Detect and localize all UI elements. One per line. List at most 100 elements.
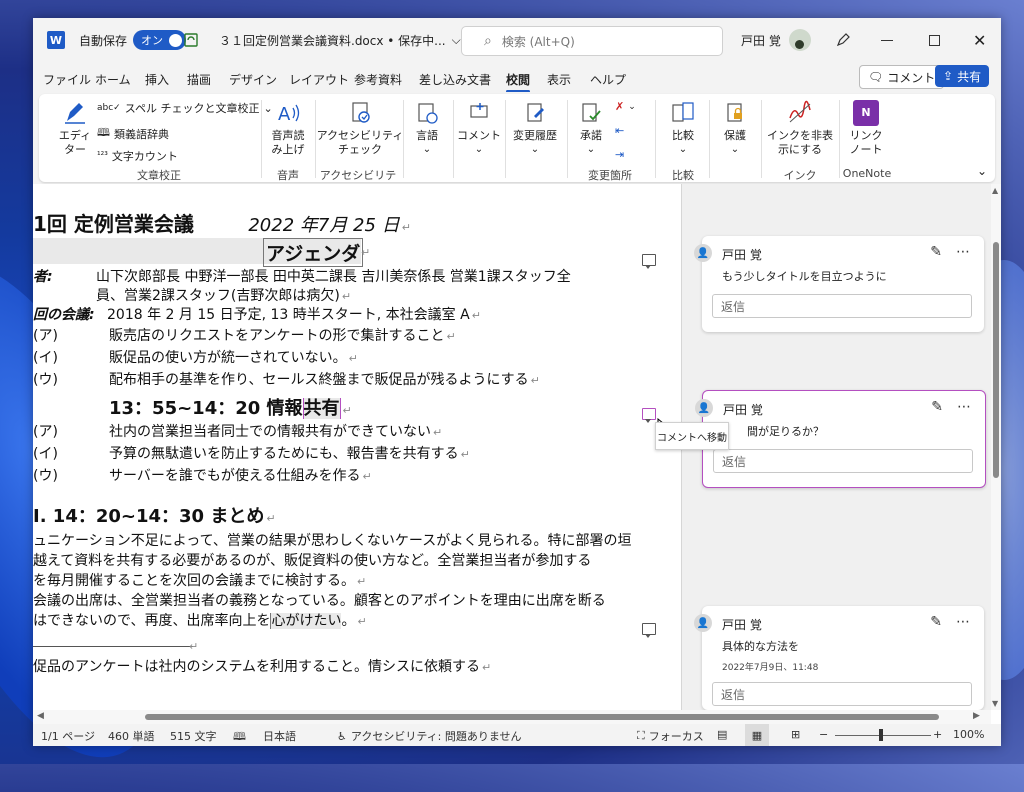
comments-button[interactable]: 🗨 コメント	[859, 65, 945, 89]
user-name[interactable]: 戸田 覚	[741, 32, 781, 49]
list-item: (ア)	[33, 424, 58, 440]
tab-insert[interactable]: 挿入	[145, 71, 169, 88]
reply-input[interactable]: 返信	[712, 682, 972, 706]
track-changes-button[interactable]: 変更履歴 ⌄	[509, 100, 561, 157]
comment-card-selected[interactable]: 👤 戸田 覚 ✎ ⋯ 間が足りるか？ 返信	[695, 390, 986, 488]
summary-line: 会議の出席は、全営業担当者の義務となっている。顧客とのアポイントを理由に出席を断…	[33, 593, 606, 609]
print-layout-icon[interactable]: ▦	[745, 724, 769, 746]
summary-line: を毎月開催することを次回の会議までに検討する。	[33, 573, 355, 589]
previous-change-button[interactable]: ⇤	[615, 124, 624, 137]
proofing-icon[interactable]: 🕮	[233, 728, 246, 746]
spellcheck-icon: abc✓	[97, 103, 121, 113]
horizontal-scrollbar[interactable]: ◀ ▶	[33, 710, 991, 724]
page-count[interactable]: 1/1 ページ	[41, 728, 95, 744]
focus-mode[interactable]: ⛶ フォーカス	[637, 728, 704, 744]
word-count-button[interactable]: ¹²³ 文字カウント	[97, 148, 178, 164]
pen-icon[interactable]	[835, 32, 851, 48]
tab-references[interactable]: 参考資料	[354, 71, 402, 88]
collapse-ribbon-icon[interactable]: ⌄	[977, 164, 987, 178]
tab-file[interactable]: ファイル	[43, 71, 91, 88]
document-title-heading: 1回 定例営業会議	[33, 212, 194, 236]
tab-review[interactable]: 校閲	[506, 71, 531, 93]
accessibility-status[interactable]: ♿ アクセシビリティ: 問題ありません	[337, 728, 522, 744]
autosave-toggle[interactable]: オン	[133, 30, 187, 50]
attendees-line-2: 員、営業2課スタッフ(吉野次郎は病欠)	[96, 288, 340, 304]
zoom-level[interactable]: 100%	[953, 728, 984, 741]
user-icon: 👤	[694, 244, 712, 262]
document-page[interactable]: 1回 定例営業会議 2022 年7月 25 日 ↵ アジェンダ ↵ 者: 山下次郎…	[33, 184, 681, 710]
reject-button[interactable]: ✗ ⌄	[615, 100, 636, 113]
search-box[interactable]: ⌕ 検索 (Alt+Q)	[461, 26, 723, 56]
comment-marker-icon[interactable]	[642, 408, 656, 423]
zoom-in-icon[interactable]: +	[933, 728, 942, 741]
comment-text: もう少しタイトルを目立つように	[722, 270, 887, 283]
more-options-icon[interactable]: ⋯	[957, 399, 971, 415]
editor-pen-icon	[65, 103, 85, 124]
document-title[interactable]: ３１回定例営業会議資料.docx • 保存中...	[219, 32, 446, 49]
save-sync-icon[interactable]	[183, 32, 199, 48]
linked-notes-button[interactable]: N リンク ノート	[843, 100, 889, 157]
tab-mailings[interactable]: 差し込み文書	[419, 71, 491, 88]
share-button[interactable]: ⇪ 共有	[935, 65, 990, 87]
share-icon: ⇪	[943, 69, 954, 83]
language-status[interactable]: 日本語	[263, 728, 296, 744]
comments-group-button[interactable]: コメント ⌄	[457, 100, 501, 157]
ribbon: エディ ター abc✓ スペル チェックと文章校正 ⌄ 🕮 類義語辞典 ¹²³ 文字カウ…	[33, 92, 1001, 198]
reply-input[interactable]: 返信	[712, 294, 972, 318]
minimize-icon[interactable]	[881, 39, 893, 41]
hide-ink-button[interactable]: インクを非表 示にする	[765, 100, 835, 157]
edit-icon[interactable]: ✎	[930, 244, 942, 260]
horizontal-scroll-thumb[interactable]	[145, 714, 939, 720]
title-bar: W 自動保存 オン ３１回定例営業会議資料.docx • 保存中... ⌵ ⌕ …	[33, 18, 1001, 62]
zoom-slider-handle[interactable]	[879, 729, 883, 741]
footnote-text: 促品のアンケートは社内のシステムを利用すること。情シスに依頼する	[33, 659, 481, 675]
tab-design[interactable]: デザイン	[229, 71, 277, 88]
language-button[interactable]: 言語 ⌄	[407, 100, 447, 157]
spell-check-button[interactable]: abc✓ スペル チェックと文章校正 ⌄	[97, 100, 273, 116]
thesaurus-button[interactable]: 🕮 類義語辞典	[97, 124, 169, 143]
vertical-scroll-thumb[interactable]	[993, 242, 999, 478]
comment-marker-icon[interactable]	[642, 623, 656, 638]
avatar[interactable]	[788, 29, 811, 51]
tab-home[interactable]: ホーム	[95, 71, 131, 88]
comment-marker-icon[interactable]	[642, 254, 656, 269]
vertical-scrollbar[interactable]: ▲ ▼	[991, 184, 1001, 710]
compare-button[interactable]: 比較 ⌄	[663, 100, 703, 157]
tab-draw[interactable]: 描画	[187, 71, 211, 88]
comment-card[interactable]: 👤 戸田 覚 ✎ ⋯ もう少しタイトルを目立つように 返信	[694, 236, 984, 332]
list-item: 販促品の使い方が統一されていない。 ↵	[109, 350, 358, 366]
char-count[interactable]: 515 文字	[170, 728, 217, 744]
zoom-out-icon[interactable]: −	[819, 728, 828, 741]
tab-view[interactable]: 表示	[547, 71, 571, 88]
accessibility-check-button[interactable]: アクセシビリティ チェック	[317, 100, 403, 157]
next-change-button[interactable]: ⇥	[615, 148, 624, 161]
word-count[interactable]: 460 単語	[108, 728, 155, 744]
read-aloud-button[interactable]: A 音声読 み上げ	[267, 100, 309, 157]
more-options-icon[interactable]: ⋯	[956, 244, 970, 260]
maximize-icon[interactable]	[929, 34, 940, 46]
accept-button[interactable]: 承諾 ⌄	[571, 100, 611, 157]
close-icon[interactable]: ✕	[973, 31, 986, 50]
group-label-proofing: 文章校正	[137, 169, 181, 182]
list-item: (ア)	[33, 328, 58, 344]
protect-button[interactable]: 保護 ⌄	[715, 100, 755, 157]
list-item: 配布相手の基準を作り、セールス終盤まで販促品が残るようにする ↵	[109, 372, 540, 388]
list-item: (イ)	[33, 350, 58, 366]
comment-add-icon	[470, 103, 488, 118]
editor-button[interactable]: エディ ター	[53, 100, 97, 157]
list-item: 販売店のリクエストをアンケートの形で集計すること ↵	[109, 328, 456, 344]
comment-card[interactable]: 👤 戸田 覚 ✎ ⋯ 具体的な方法を 2022年7月9日、11:48 返信	[694, 606, 984, 710]
onenote-icon: N	[853, 100, 879, 126]
group-label-onenote: OneNote	[842, 167, 892, 180]
edit-icon[interactable]: ✎	[930, 614, 942, 630]
zoom-slider[interactable]	[835, 735, 931, 736]
edit-icon[interactable]: ✎	[931, 399, 943, 415]
chevron-down-icon[interactable]: ⌵	[452, 33, 461, 48]
read-mode-icon[interactable]: ▤	[717, 728, 727, 741]
tab-layout[interactable]: レイアウト	[289, 71, 349, 88]
reply-input[interactable]: 返信	[713, 449, 973, 473]
tab-help[interactable]: ヘルプ	[590, 71, 626, 88]
more-options-icon[interactable]: ⋯	[956, 614, 970, 630]
web-layout-icon[interactable]: ⊞	[791, 728, 800, 741]
prev-meeting-label: 回の会議:	[33, 307, 95, 323]
